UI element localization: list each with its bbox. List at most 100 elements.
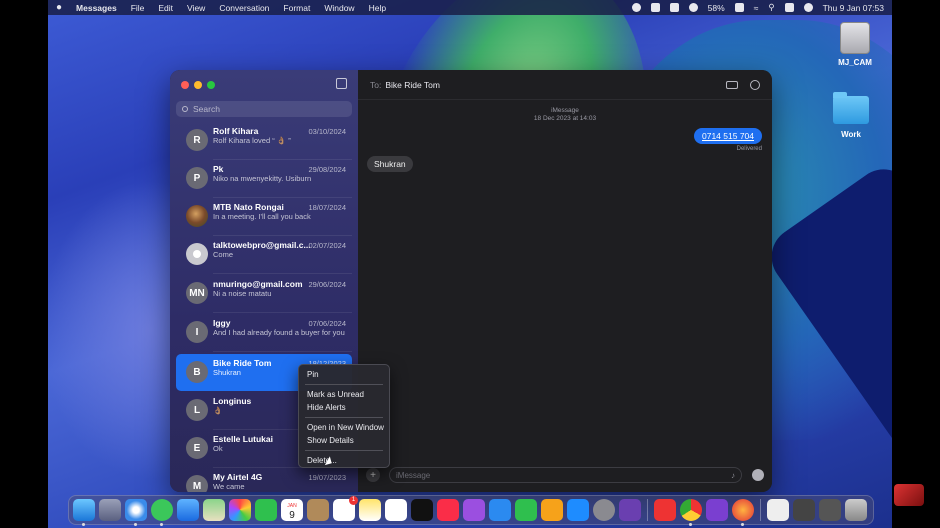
conversation-item[interactable]: M My Airtel 4G 19/07/2023 We came [176, 468, 352, 492]
desktop-drive[interactable]: MJ_CAM [825, 22, 885, 67]
reminders-icon[interactable]: 1 [333, 496, 358, 521]
search-field[interactable]: Search [176, 101, 352, 117]
search-icon[interactable]: ⚲ [768, 2, 774, 13]
conversation-item[interactable]: I Iggy 07/06/2024 And I had already foun… [176, 314, 352, 352]
system-settings-icon[interactable] [593, 499, 615, 521]
conversation-item[interactable]: MN nmuringo@gmail.com 29/06/2024 Ni a no… [176, 275, 352, 313]
emoji-icon[interactable] [752, 469, 764, 481]
messages-icon[interactable] [151, 499, 173, 526]
menu-clock[interactable]: Thu 9 Jan 07:53 [823, 3, 884, 13]
app-store-icon[interactable] [567, 499, 589, 521]
conversation-item[interactable]: MTB Nato Rongai 18/07/2024 In a meeting.… [176, 198, 352, 236]
audio-wave-icon[interactable]: ♪ [731, 471, 735, 480]
menu-format[interactable]: Format [283, 3, 310, 13]
calendar-icon[interactable]: JAN 9 [281, 499, 303, 521]
chrome-icon[interactable] [680, 499, 702, 526]
siri-icon[interactable] [803, 3, 813, 12]
affinity-icon[interactable] [706, 499, 728, 521]
finder-icon[interactable] [73, 499, 95, 526]
window-thumbnail-icon[interactable] [793, 499, 815, 521]
mail-icon[interactable] [177, 499, 199, 521]
pages-icon[interactable] [541, 499, 563, 521]
maps-icon[interactable] [203, 499, 225, 521]
keynote-icon[interactable] [489, 499, 511, 521]
minimize-button[interactable] [194, 81, 202, 89]
desktop-folder-work[interactable]: Work [821, 92, 881, 139]
screen-share-icon[interactable] [650, 3, 660, 12]
menu-item-show-details[interactable]: Show Details [299, 434, 389, 447]
menu-window[interactable]: Window [324, 3, 354, 13]
conversation-item[interactable]: R Rolf Kihara 03/10/2024 Rolf Kihara lov… [176, 122, 352, 160]
incoming-message-bubble[interactable]: Shukran [367, 156, 413, 172]
menu-item-hide-alerts[interactable]: Hide Alerts [299, 401, 389, 414]
launchpad-icon[interactable] [99, 499, 121, 521]
app-icon[interactable] [654, 499, 676, 521]
zoom-button[interactable] [207, 81, 215, 89]
message-input[interactable]: iMessage ♪ [389, 467, 742, 483]
recipient-name[interactable]: Bike Ride Tom [385, 80, 440, 90]
window-thumbnail-icon[interactable] [819, 499, 841, 521]
menu-app-messages[interactable]: Messages [76, 3, 117, 13]
freeform-icon[interactable] [385, 499, 407, 521]
apple-tv-icon[interactable] [411, 499, 433, 521]
info-icon[interactable] [750, 79, 760, 90]
firefox-icon[interactable] [732, 499, 754, 526]
context-menu: Pin Mark as Unread Hide Alerts Open in N… [298, 364, 390, 468]
battery-percent: 58% [707, 2, 725, 13]
conversation-date: 02/07/2024 [308, 241, 346, 250]
menu-file[interactable]: File [131, 3, 145, 13]
podcasts-icon[interactable] [463, 499, 485, 521]
service-label: iMessage [551, 107, 579, 114]
moon-icon[interactable] [688, 3, 698, 12]
menu-conversation[interactable]: Conversation [219, 3, 269, 13]
control-center-icon[interactable] [784, 3, 794, 12]
trash-icon[interactable] [845, 499, 867, 521]
menu-item-mark-unread[interactable]: Mark as Unread [299, 388, 389, 401]
control-icon[interactable] [669, 3, 679, 12]
conversation-name: Rolf Kihara [213, 126, 259, 136]
apple-menu-icon[interactable]: ● [56, 2, 62, 13]
battery-icon[interactable] [734, 3, 744, 12]
calendar-day: 9 [289, 510, 295, 521]
facetime-icon[interactable] [255, 499, 277, 521]
conversation-preview: We came [213, 482, 245, 491]
numbers-icon[interactable] [515, 499, 537, 521]
menu-view[interactable]: View [187, 3, 205, 13]
messages-window: Search R Rolf Kihara 03/10/2024 Rolf Kih… [170, 70, 772, 492]
timestamp-label: 18 Dec 2023 at 14:03 [533, 115, 597, 122]
menu-edit[interactable]: Edit [158, 3, 173, 13]
message-input-placeholder: iMessage [396, 470, 431, 480]
menu-bar: ● Messages File Edit View Conversation F… [48, 0, 892, 15]
conversation-item[interactable]: talktowebpro@gmail.c... 02/07/2024 Come [176, 236, 352, 274]
menu-help[interactable]: Help [369, 3, 386, 13]
outgoing-message-bubble[interactable]: 0714 515 704 [694, 128, 762, 144]
conversation-name: Iggy [213, 318, 231, 328]
add-attachment-button[interactable]: + [366, 468, 380, 482]
record-icon[interactable] [631, 3, 641, 12]
menu-divider [305, 384, 383, 385]
dock-divider [647, 499, 648, 521]
music-icon[interactable] [437, 499, 459, 521]
dock-divider [760, 499, 761, 521]
message-input-bar: + iMessage ♪ [366, 466, 764, 484]
compose-icon[interactable] [336, 78, 347, 89]
menu-item-open-new-window[interactable]: Open in New Window [299, 421, 389, 434]
safari-icon[interactable] [125, 499, 147, 526]
notes-icon[interactable] [359, 499, 381, 521]
wifi-icon[interactable]: ≈ [754, 3, 759, 13]
photos-icon[interactable] [229, 499, 251, 521]
menu-item-pin[interactable]: Pin [299, 368, 389, 381]
video-call-icon[interactable] [726, 80, 738, 89]
contacts-icon[interactable] [307, 499, 329, 521]
menu-divider [305, 450, 383, 451]
close-button[interactable] [181, 81, 189, 89]
conversation-item[interactable]: P Pk 29/08/2024 Niko na mwenyekitty. Usi… [176, 160, 352, 198]
menu-item-delete[interactable]: Delete... [299, 454, 389, 467]
folder-icon [833, 92, 869, 124]
avatar: M [186, 475, 208, 492]
document-thumbnail-icon[interactable] [767, 499, 789, 521]
conversation-name: Estelle Lutukai [213, 434, 273, 444]
avatar: E [186, 437, 208, 459]
iphone-mirroring-icon[interactable] [619, 499, 641, 521]
conversation-preview: Rolf Kihara loved “ 👌🏽 ” [213, 136, 291, 145]
